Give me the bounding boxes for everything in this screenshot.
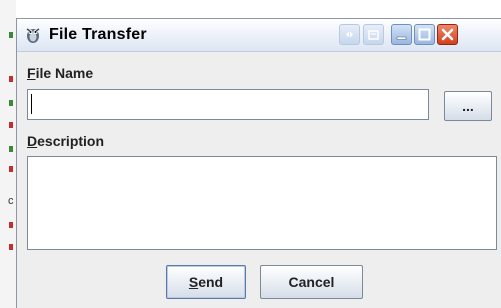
description-label: Description	[27, 133, 104, 149]
window-title: File Transfer	[49, 26, 147, 43]
app-icon	[23, 25, 43, 45]
pin-icon	[346, 31, 353, 38]
file-transfer-dialog: File Transfer File Name ... Description …	[16, 18, 501, 308]
background-marker	[9, 32, 13, 38]
send-button[interactable]: Send	[166, 265, 246, 299]
file-name-label: File Name	[27, 65, 93, 81]
maximize-icon	[418, 28, 431, 41]
browse-button[interactable]: ...	[444, 91, 492, 121]
file-name-label-text: ile Name	[35, 65, 94, 81]
background-marker	[9, 76, 13, 82]
cancel-button[interactable]: Cancel	[260, 265, 363, 299]
background-letter: c	[8, 195, 14, 207]
file-name-input[interactable]	[27, 89, 429, 120]
close-icon	[441, 28, 454, 41]
title-bar[interactable]: File Transfer	[17, 19, 501, 52]
send-label: end	[198, 274, 224, 290]
text-caret	[31, 94, 32, 114]
restore-alt-icon	[368, 30, 379, 40]
description-label-text: escription	[37, 133, 105, 149]
file-name-mnemonic: F	[27, 65, 36, 81]
background-marker	[9, 244, 13, 250]
background-marker	[9, 122, 13, 128]
window-extra-button-1[interactable]	[339, 24, 360, 45]
minimize-button[interactable]	[391, 24, 412, 45]
background-marker	[9, 166, 13, 172]
background-marker	[9, 222, 13, 228]
minimize-icon	[396, 36, 407, 40]
background-marker	[9, 100, 13, 106]
description-mnemonic: D	[27, 133, 38, 149]
send-mnemonic: S	[188, 274, 199, 290]
maximize-button[interactable]	[414, 24, 435, 45]
background-marker	[9, 146, 13, 152]
window-extra-button-2[interactable]	[363, 24, 384, 45]
background-app-strip: c	[0, 0, 16, 308]
close-button[interactable]	[437, 24, 458, 45]
description-textarea[interactable]	[27, 156, 497, 250]
